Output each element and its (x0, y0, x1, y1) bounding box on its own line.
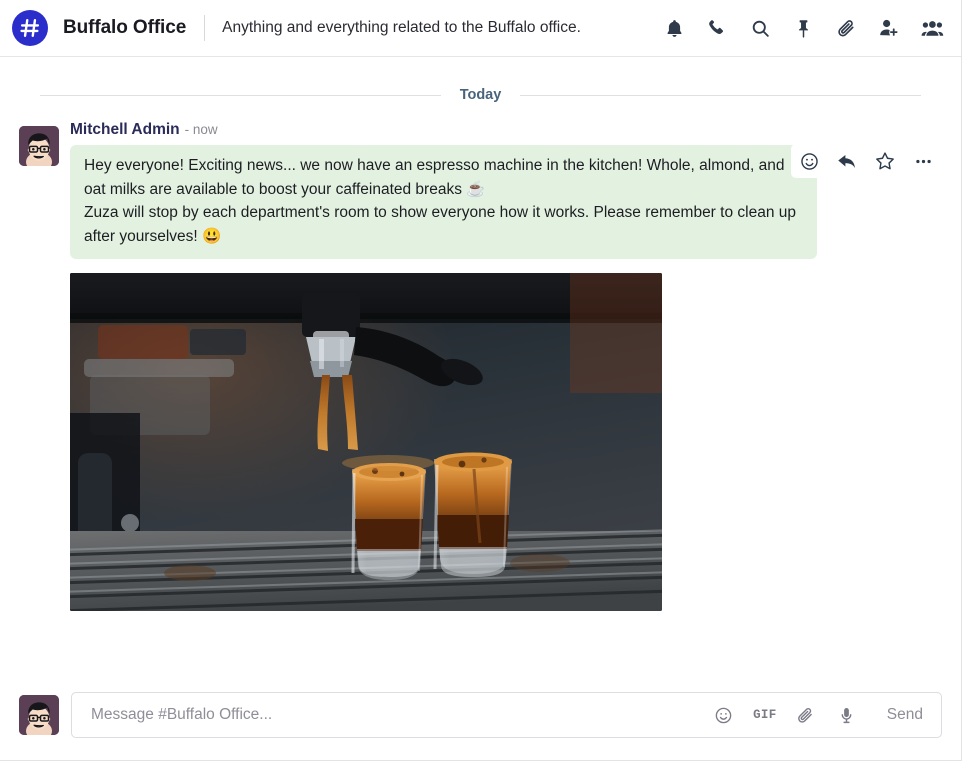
message-text-line: Hey everyone! Exciting news... we now ha… (84, 157, 785, 198)
members-icon[interactable] (920, 16, 944, 40)
message-text-line: Zuza will stop by each department's room… (84, 204, 796, 245)
paperclip-icon[interactable] (834, 16, 858, 40)
send-button[interactable]: Send (877, 702, 929, 728)
avatar[interactable] (19, 126, 59, 166)
message-meta: Mitchell Admin - now (70, 121, 943, 143)
date-divider: Today (0, 87, 961, 103)
header-actions (646, 16, 944, 40)
more-options-icon[interactable] (911, 149, 935, 173)
attach-file-icon[interactable] (795, 704, 817, 726)
divider-rule-left (40, 94, 441, 96)
message-author[interactable]: Mitchell Admin (70, 121, 180, 139)
date-divider-label: Today (459, 87, 502, 103)
composer-input-box[interactable]: GIF Send (71, 692, 942, 738)
emoji-icon[interactable] (713, 704, 735, 726)
channel-name[interactable]: Buffalo Office (63, 17, 186, 39)
pin-icon[interactable] (791, 16, 815, 40)
channel-description[interactable]: Anything and everything related to the B… (222, 19, 581, 37)
espresso-machine-photo[interactable] (70, 273, 662, 611)
message-timestamp: - now (184, 122, 218, 137)
hash-icon (12, 10, 48, 46)
reply-icon[interactable] (835, 149, 859, 173)
composer-tools: GIF Send (701, 702, 929, 728)
header-divider (204, 15, 206, 41)
message-composer: GIF Send (0, 682, 961, 760)
message-input[interactable] (91, 706, 701, 724)
star-icon[interactable] (873, 149, 897, 173)
phone-icon[interactable] (705, 16, 729, 40)
notifications-icon[interactable] (662, 16, 686, 40)
gif-icon[interactable]: GIF (753, 704, 776, 726)
message-row: Mitchell Admin - now Hey everyone! Excit… (0, 121, 961, 259)
message-bubble: Hey everyone! Exciting news... we now ha… (70, 145, 817, 259)
composer-avatar (19, 695, 59, 735)
channel-header: Buffalo Office Anything and everything r… (0, 0, 961, 57)
add-user-icon[interactable] (877, 16, 901, 40)
voice-message-icon[interactable] (836, 704, 858, 726)
divider-rule-right (520, 94, 921, 96)
message-list[interactable]: Today Mitchell Admin - now Hey everyone!… (0, 57, 961, 682)
message-body: Mitchell Admin - now Hey everyone! Excit… (70, 121, 943, 259)
message-actions-toolbar (791, 144, 941, 178)
discuss-channel-window: Buffalo Office Anything and everything r… (0, 0, 962, 761)
search-icon[interactable] (748, 16, 772, 40)
add-reaction-icon[interactable] (797, 149, 821, 173)
